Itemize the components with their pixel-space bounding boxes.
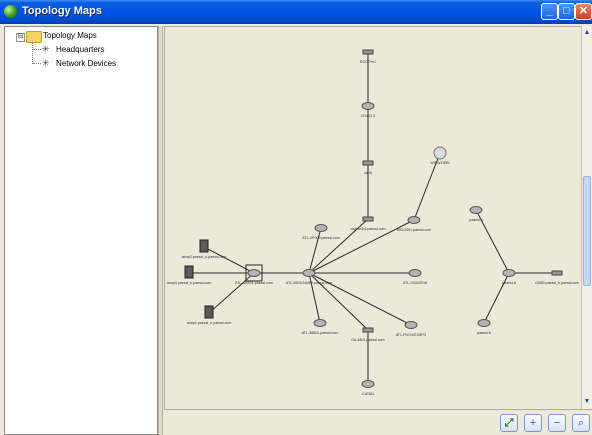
topology-map-canvas[interactable]: ROOT%C CISCO 3 cap5 wsmor3r3.paessl.com EB10… (164, 26, 581, 409)
device-label: EB103N1.paessl.com (397, 228, 432, 232)
topology-tree-pane: ⊟ Topology Maps ✳ Headquarters ✳ Network… (4, 26, 158, 435)
device-node-l2[interactable]: atrap3.paessl_n.paessl.com (167, 265, 212, 285)
router-icon (313, 319, 327, 327)
tree-item-headquarters[interactable]: Headquarters (56, 45, 104, 54)
device-node-n4[interactable]: wsmor3r3.paessl.com (351, 216, 386, 231)
router-icon (361, 380, 375, 388)
window-titlebar: Topology Maps _ □ ✕ (0, 0, 592, 24)
zoom-out-button[interactable]: − (548, 414, 566, 432)
device-label: WWW.DEBI (430, 161, 449, 165)
device-label: ATL-6903/24MNI.paessl.com (286, 281, 332, 285)
device-node-c1[interactable]: ATL-VP009.paessl.com (302, 224, 340, 241)
device-node-r1[interactable]: ATL-X04X/EH8 (403, 269, 427, 286)
router-icon (502, 269, 516, 277)
device-node-r2[interactable]: ATL-PHOX/EX8PG (396, 321, 427, 338)
router-icon (477, 319, 491, 327)
device-label: atrap3.paessl_n.paessl.com (167, 281, 212, 285)
router-icon (302, 269, 316, 277)
tree-item-network-devices[interactable]: Network Devices (56, 59, 116, 68)
device-node-n5[interactable]: EB103N1.paessl.com (397, 216, 432, 233)
device-label: ATL-38800.paessl.com (302, 331, 339, 335)
device-node-g3[interactable]: paaesl-6 (477, 319, 491, 336)
device-node-b1[interactable]: ATL-38800.paessl.com (302, 319, 339, 336)
collapse-icon[interactable]: ⊟ (16, 33, 25, 42)
device-node-l1[interactable]: atrap2.paessl_n.paessl.com (182, 239, 227, 259)
hub-icon (362, 216, 374, 222)
window-title: Topology Maps (22, 5, 102, 17)
tree-root-topology-maps[interactable]: Topology Maps (43, 31, 97, 40)
zoom-in-button[interactable]: + (524, 414, 542, 432)
hub-icon (362, 327, 374, 333)
hub-icon (362, 160, 374, 166)
zoom-fit-button[interactable]: ⤢ (500, 414, 518, 432)
tree-connector (33, 63, 41, 64)
device-label: atrap1.paessl_n.paessl.com (187, 321, 232, 325)
server-icon (204, 305, 214, 319)
network-node-icon: ✳ (42, 58, 50, 68)
zoom-reset-button[interactable]: ⌕ (572, 414, 590, 432)
tree-connector (32, 42, 33, 64)
device-label: ATL-X04X/EH8 (403, 281, 427, 285)
device-label: ROOT%C (360, 60, 377, 64)
app-globe-icon (4, 5, 17, 18)
switch-icon (247, 269, 261, 277)
tree-connector (33, 49, 41, 50)
zoom-in-icon: + (529, 417, 537, 429)
hub-icon (362, 49, 374, 55)
router-icon (407, 216, 421, 224)
device-node-g2[interactable]: paaesl-8 (502, 269, 516, 286)
server-icon (199, 239, 209, 253)
scroll-up-icon[interactable]: ▲ (582, 28, 592, 38)
device-label: ATL-PHOX/EX8PG (396, 333, 427, 337)
device-label: ATL-AX8S1.paessl.com (235, 281, 273, 285)
network-node-icon: ✳ (42, 44, 50, 54)
scroll-down-icon[interactable]: ▼ (582, 397, 592, 407)
device-label: atrap2.paessl_n.paessl.com (182, 255, 227, 259)
device-label: DA-4801.paessl.com (351, 338, 384, 342)
device-label: paaesl-6 (477, 331, 491, 335)
close-button[interactable]: ✕ (575, 3, 592, 20)
hub-icon (551, 270, 563, 276)
pane-splitter[interactable] (158, 26, 163, 435)
router-icon (404, 321, 418, 329)
device-label: CATAN (362, 392, 374, 396)
device-label: ATL-VP009.paessl.com (302, 236, 340, 240)
device-label: paaesl-8 (502, 281, 516, 285)
minimize-button[interactable]: _ (541, 3, 558, 20)
zoom-out-icon: − (553, 417, 561, 429)
device-node-b3[interactable]: CATAN (361, 380, 375, 397)
folder-icon (26, 31, 42, 43)
topology-link (308, 227, 322, 274)
device-node-center[interactable]: ATL-6903/24MNI.paessl.com (286, 269, 332, 286)
topology-link (208, 272, 255, 314)
device-label: cap5 (364, 171, 372, 175)
device-label: c3550.paessl_n.paessl.com (535, 281, 579, 285)
router-icon (361, 102, 375, 110)
maximize-button[interactable]: □ (558, 3, 575, 20)
device-node-g1[interactable]: paaesl-k (469, 206, 483, 223)
router-icon (314, 224, 328, 232)
device-label: paaesl-k (469, 218, 483, 222)
scroll-thumb[interactable] (583, 176, 591, 286)
zoom-fit-icon: ⤢ (504, 417, 514, 429)
vertical-scrollbar[interactable]: ▲ ▼ (581, 26, 592, 409)
device-node-l3[interactable]: atrap1.paessl_n.paessl.com (187, 305, 232, 325)
device-label: CISCO 3 (361, 114, 375, 118)
zoom-reset-icon: ⌕ (577, 417, 585, 429)
router-icon (408, 269, 422, 277)
device-node-globe[interactable]: WWW.DEBI (430, 146, 450, 165)
router-icon (469, 206, 483, 214)
device-node-sw[interactable]: ATL-AX8S1.paessl.com (235, 264, 273, 285)
server-icon (184, 265, 194, 279)
globe-icon (433, 146, 447, 160)
topology-map-svg: ROOT%C CISCO 3 cap5 wsmor3r3.paessl.com EB10… (167, 49, 579, 397)
device-label: wsmor3r3.paessl.com (351, 227, 386, 231)
